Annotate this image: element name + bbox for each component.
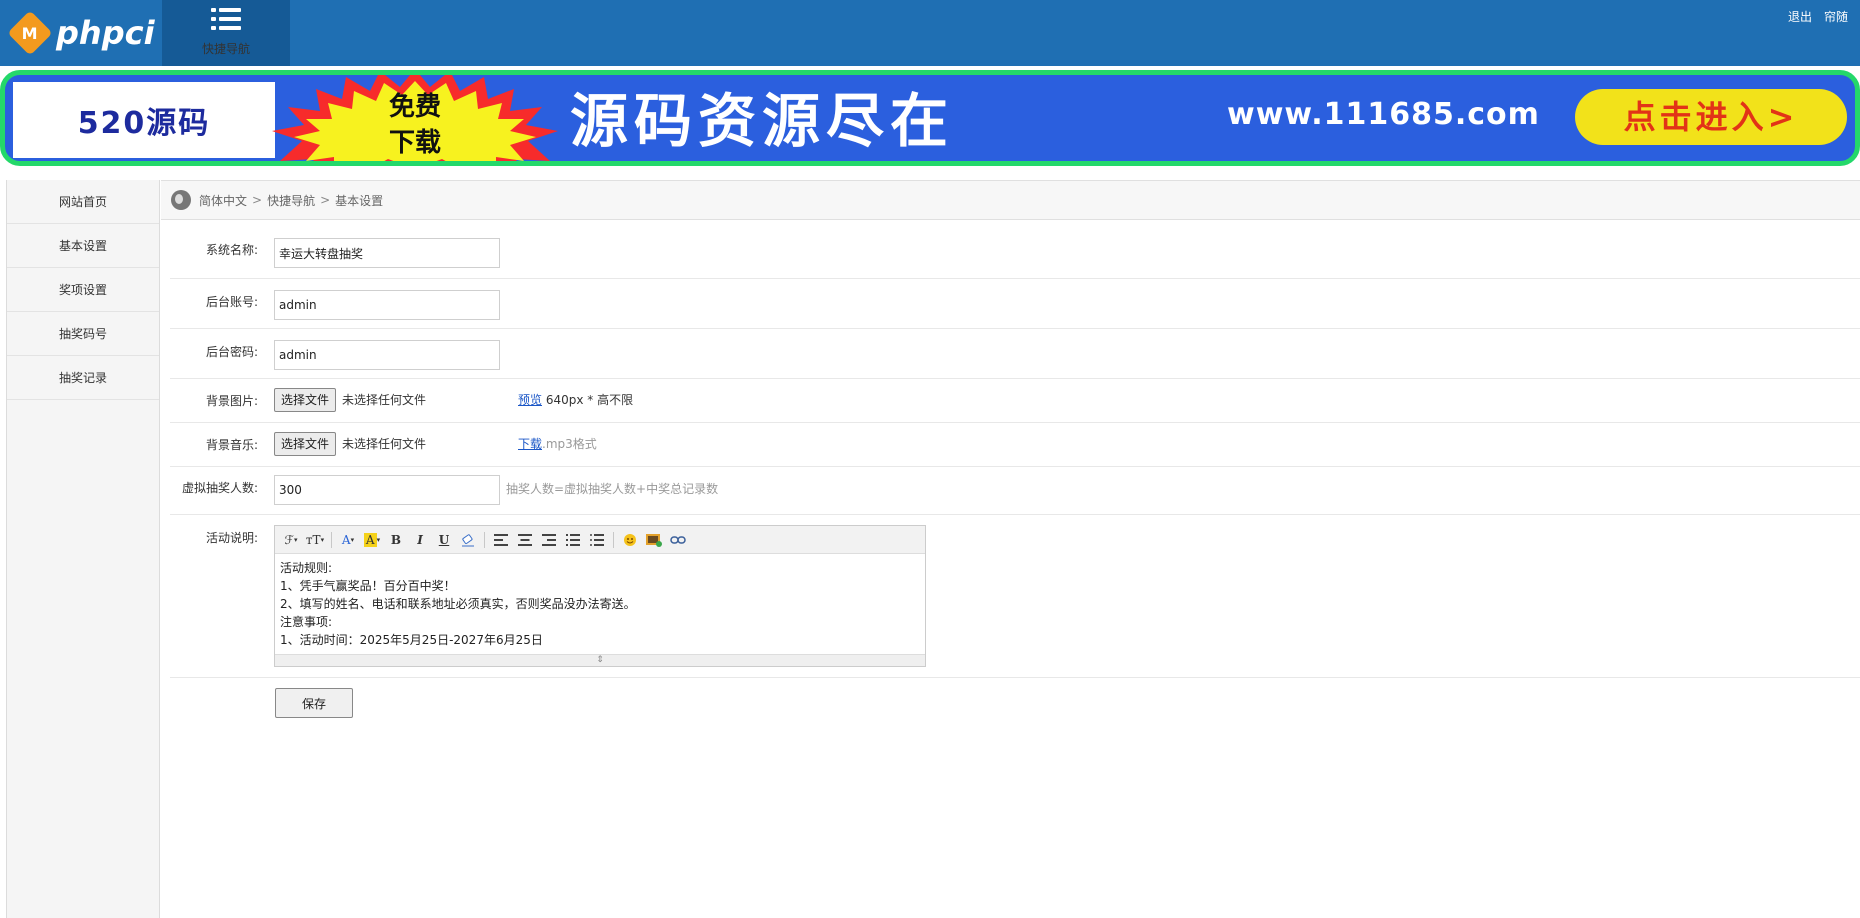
burst-line-1: 免费 (388, 92, 441, 122)
form-row-admin-password: 后台密码: (170, 329, 1860, 379)
form-row-admin-account: 后台账号: (170, 279, 1860, 329)
editor-resize-handle[interactable]: ⇕ (275, 654, 925, 666)
breadcrumb-separator: > (252, 193, 263, 207)
editor-toolbar: ℱ ▾ тT ▾ A ▾ A ▾ B I U (275, 526, 925, 554)
system-name-input[interactable] (274, 238, 500, 268)
choose-music-button[interactable]: 选择文件 (274, 432, 337, 456)
banner-enter-button[interactable]: 点击进入> (1575, 89, 1847, 145)
emoticon-icon[interactable] (620, 530, 640, 550)
font-color-icon: A (341, 532, 351, 547)
system-name-label: 系统名称: (205, 243, 258, 257)
toolbar-separator (613, 531, 614, 548)
banner-url: www.111685.com (1227, 97, 1540, 132)
banner-brand: 520源码 (13, 82, 275, 158)
highlight-button[interactable]: A ▾ (362, 530, 382, 550)
burst-text: 免费 下载 (270, 89, 560, 161)
top-link-2[interactable]: 帘随 (1824, 10, 1848, 24)
logout-link[interactable]: 退出 (1788, 10, 1812, 24)
music-file-status: 未选择任何文件 (342, 437, 427, 451)
ordered-list-icon[interactable] (563, 530, 583, 550)
virtual-count-hint: 抽奖人数=虚拟抽奖人数+中奖总记录数 (506, 482, 719, 496)
breadcrumb: 简体中文 > 快捷导航 > 基本设置 (161, 180, 1860, 220)
font-color-button[interactable]: A ▾ (338, 530, 358, 550)
editor-line: 注意事项: (280, 615, 333, 629)
editor-content[interactable]: 活动规则: 1、凭手气赢奖品！百分百中奖！ 2、填写的姓名、电话和联系地址必须真… (275, 554, 925, 654)
editor-line: 2、填写的姓名、电话和联系地址必须真实，否则奖品没办法寄送。 (280, 597, 636, 611)
admin-account-label: 后台账号: (205, 295, 258, 309)
highlight-icon: A (363, 532, 377, 547)
background-music-label: 背景音乐: (205, 438, 258, 452)
image-size-hint: 640px * 高不限 (545, 393, 634, 407)
toolbar-separator (331, 531, 332, 548)
admin-password-label: 后台密码: (205, 345, 258, 359)
font-family-button[interactable]: ℱ ▾ (281, 530, 301, 550)
sidebar: 网站首页 基本设置 奖项设置 抽奖码号 抽奖记录 (6, 180, 160, 918)
list-icon (211, 8, 241, 34)
choose-image-button[interactable]: 选择文件 (274, 388, 337, 412)
toolbar-separator (484, 531, 485, 548)
background-image-label: 背景图片: (205, 394, 258, 408)
burst-line-2: 下载 (388, 128, 441, 158)
banner-title: 源码资源尽在 (570, 87, 955, 155)
unordered-list-icon[interactable] (587, 530, 607, 550)
quicknav-label: 快捷导航 (201, 42, 250, 56)
logo-badge: M (7, 10, 53, 56)
description-label: 活动说明: (205, 531, 258, 545)
quicknav-button[interactable]: 快捷导航 (162, 0, 290, 66)
rich-text-editor: ℱ ▾ тT ▾ A ▾ A ▾ B I U 活动规则: 1、凭手气赢奖品！百分百中奖！… (274, 525, 926, 667)
form-row-virtual-count: 虚拟抽奖人数: 抽奖人数=虚拟抽奖人数+中奖总记录数 (170, 467, 1860, 515)
link-icon[interactable] (668, 530, 688, 550)
admin-password-input[interactable] (274, 340, 500, 370)
form-row-system-name: 系统名称: (170, 225, 1860, 279)
align-right-icon[interactable] (539, 530, 559, 550)
image-hint: 预览 640px * 高不限 (518, 388, 633, 412)
editor-line: 1、活动时间：2025年5月25日-2027年6月25日 (280, 633, 543, 647)
sidebar-item-basic-settings[interactable]: 基本设置 (7, 224, 159, 268)
banner-brand-text: 520源码 (77, 106, 211, 141)
preview-link[interactable]: 预览 (518, 393, 542, 407)
underline-button[interactable]: U (434, 530, 454, 550)
download-link[interactable]: 下载 (518, 437, 542, 451)
virtual-count-label: 虚拟抽奖人数: (181, 481, 258, 495)
top-header: M phpci 快捷导航 退出 帘随 (0, 0, 1860, 66)
sidebar-item-lottery-records[interactable]: 抽奖记录 (7, 356, 159, 400)
admin-account-input[interactable] (274, 290, 500, 320)
sidebar-item-home[interactable]: 网站首页 (7, 180, 159, 224)
sidebar-item-lottery-codes[interactable]: 抽奖码号 (7, 312, 159, 356)
music-hint: 下载.mp3格式 (518, 432, 597, 456)
form-row-background-music: 背景音乐: 选择文件 未选择任何文件 下载.mp3格式 (170, 423, 1860, 467)
save-button[interactable]: 保存 (275, 688, 353, 718)
font-size-icon: тT (305, 532, 321, 547)
sidebar-item-prize-settings[interactable]: 奖项设置 (7, 268, 159, 312)
breadcrumb-item[interactable]: 快捷导航 (267, 192, 315, 209)
bold-button[interactable]: B (386, 530, 406, 550)
align-center-icon[interactable] (515, 530, 535, 550)
logo-letter: M (22, 23, 38, 43)
breadcrumb-item: 基本设置 (335, 193, 384, 208)
virtual-count-input[interactable] (274, 475, 500, 505)
font-family-icon: ℱ (284, 532, 294, 547)
align-left-icon[interactable] (491, 530, 511, 550)
form-row-background-image: 背景图片: 选择文件 未选择任何文件 预览 640px * 高不限 (170, 379, 1860, 423)
image-file-status: 未选择任何文件 (342, 393, 427, 407)
editor-line: 1、凭手气赢奖品！百分百中奖！ (280, 579, 456, 593)
editor-line: 活动规则: (280, 561, 333, 575)
music-format-hint: .mp3格式 (542, 437, 597, 451)
ad-banner[interactable]: 520源码 免费 下载 源码资源尽在 www.111685.com 点击进入> (0, 70, 1860, 166)
top-links: 退出 帘随 (1788, 8, 1860, 25)
globe-icon (171, 190, 191, 210)
eraser-icon[interactable] (458, 530, 478, 550)
logo[interactable]: M phpci (7, 10, 155, 56)
font-size-button[interactable]: тT ▾ (305, 530, 325, 550)
logo-text: phpci (56, 14, 155, 52)
breadcrumb-item[interactable]: 简体中文 (199, 192, 247, 209)
breadcrumb-separator: > (320, 193, 331, 207)
image-icon[interactable] (644, 530, 664, 550)
italic-button[interactable]: I (410, 530, 430, 550)
